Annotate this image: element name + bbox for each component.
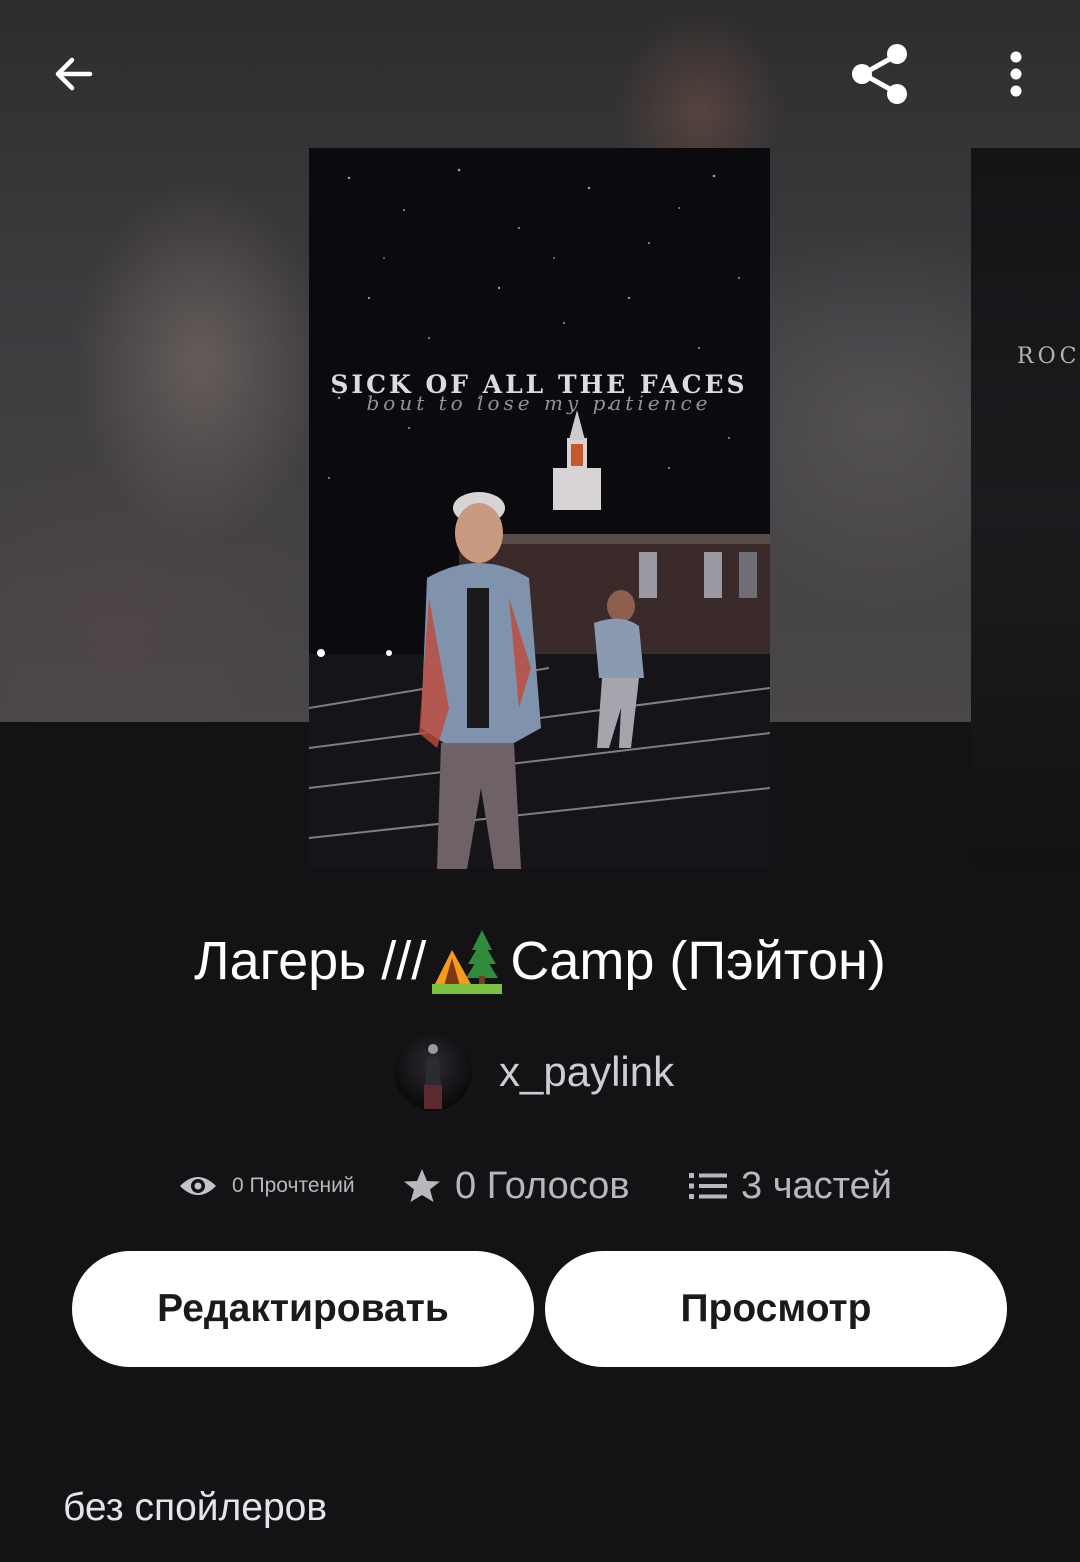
votes-stat: 0 Голосов: [403, 1156, 630, 1216]
author-avatar[interactable]: [394, 1033, 472, 1111]
next-story-cover[interactable]: ROCK: [971, 148, 1080, 869]
reads-count: 0 Прочтений: [232, 1174, 355, 1197]
edit-button[interactable]: Редактировать: [72, 1251, 534, 1367]
parts-stat: 3 частей: [689, 1156, 892, 1216]
story-details-screen: SICK OF ALL THE FACES bout to lose my pa…: [0, 0, 1080, 1562]
story-stats: 0 Прочтений 0 Голосов 3 частей: [0, 1156, 1080, 1216]
list-icon: [689, 1173, 727, 1199]
avatar-image: [424, 1044, 442, 1109]
author-link[interactable]: x_paylink: [394, 1032, 674, 1112]
story-title-prefix: Лагерь ///: [194, 930, 427, 991]
more-options-button[interactable]: [978, 36, 1054, 112]
share-icon: [852, 44, 907, 104]
back-button[interactable]: [36, 36, 112, 112]
story-title: Лагерь /// Camp (Пэйтон): [0, 922, 1080, 996]
next-cover-text: ROCK: [1017, 344, 1080, 369]
arrow-left-icon: [55, 57, 93, 91]
parts-count: 3 частей: [741, 1164, 892, 1207]
more-vertical-icon: [1010, 51, 1022, 97]
share-button[interactable]: [841, 36, 917, 112]
story-title-suffix: Camp (Пэйтон): [510, 930, 886, 991]
story-description: без спойлеров: [63, 1486, 328, 1529]
star-icon: [404, 1169, 440, 1202]
top-toolbar: [0, 0, 1080, 150]
cover-artwork: SICK OF ALL THE FACES bout to lose my pa…: [309, 148, 770, 869]
author-name: x_paylink: [499, 1048, 675, 1095]
votes-count: 0 Голосов: [455, 1164, 630, 1207]
cover-subline: bout to lose my patience: [367, 391, 712, 415]
eye-icon: [180, 1177, 216, 1195]
story-cover[interactable]: SICK OF ALL THE FACES bout to lose my pa…: [309, 148, 770, 869]
camping-tent-icon: [432, 929, 503, 994]
preview-button[interactable]: Просмотр: [545, 1251, 1007, 1367]
reads-stat: 0 Прочтений: [178, 1156, 355, 1216]
